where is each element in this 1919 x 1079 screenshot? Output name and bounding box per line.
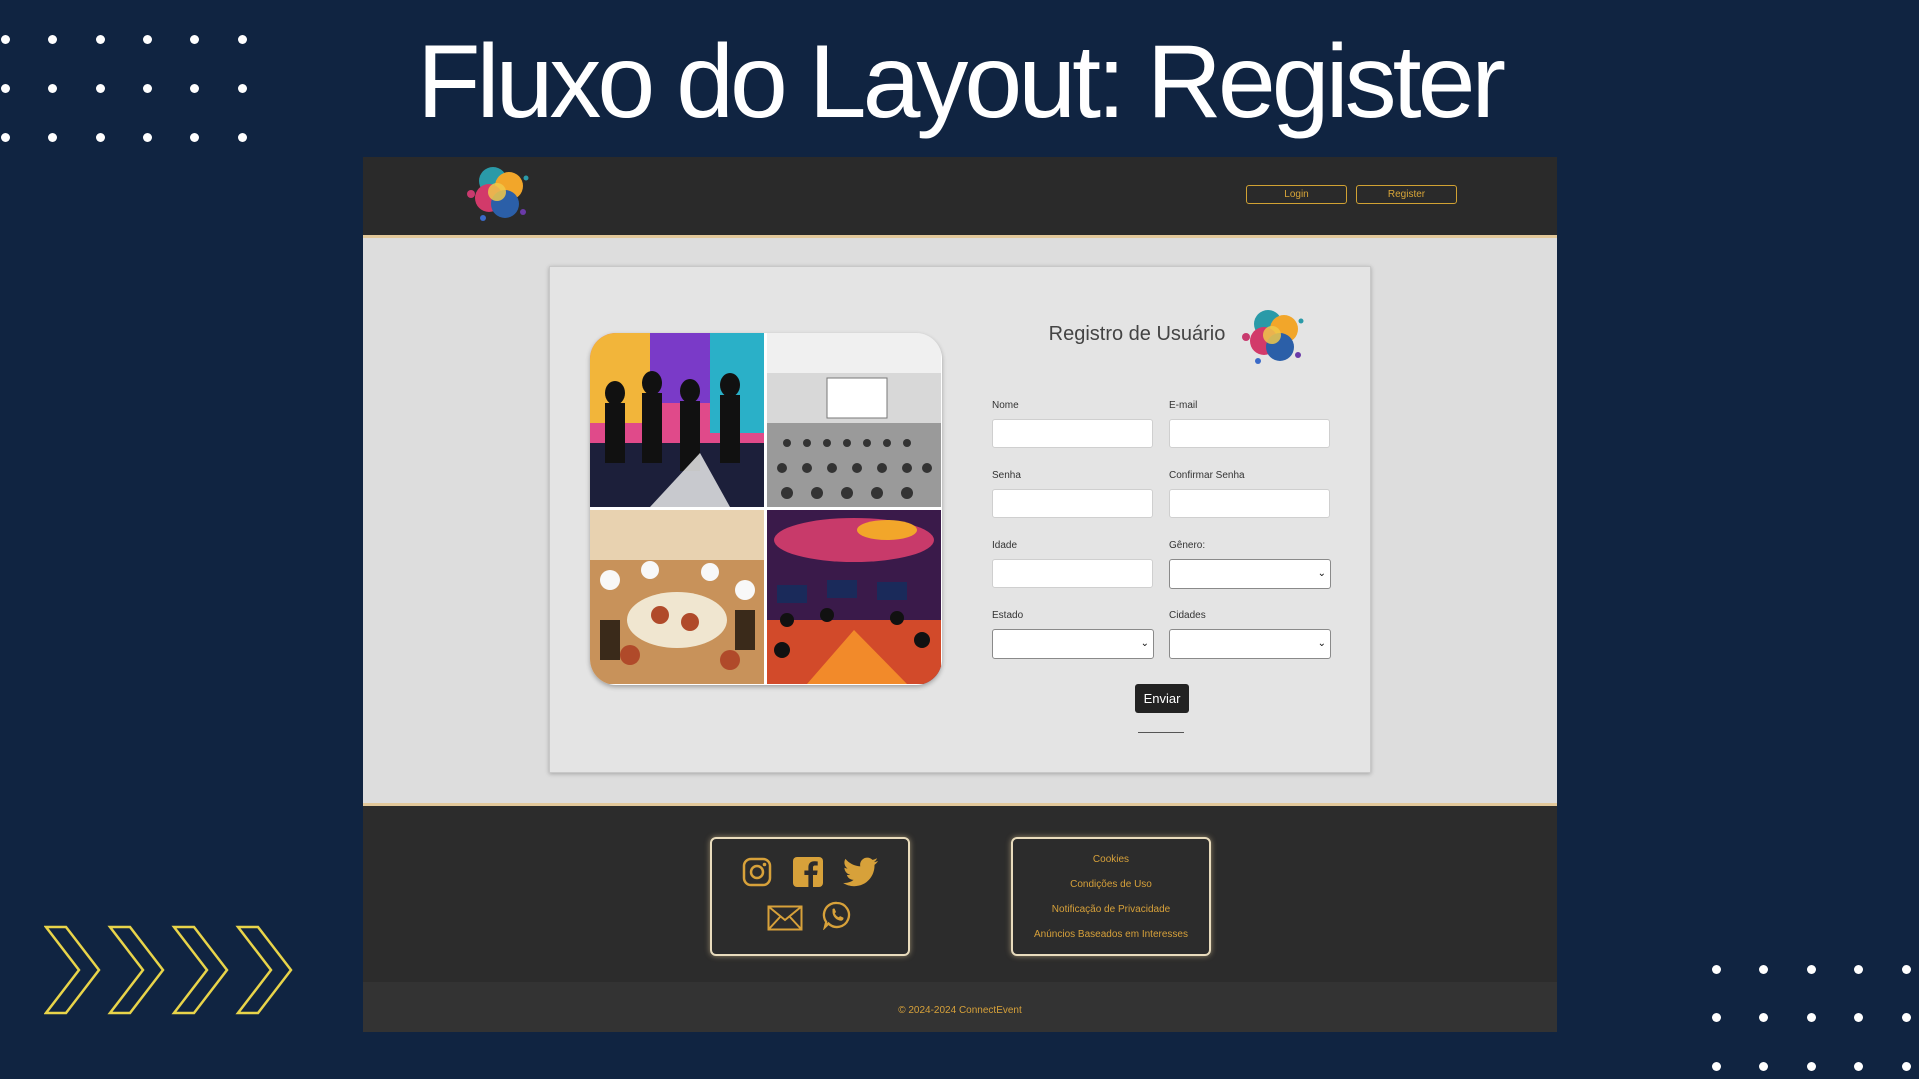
gaming-event-image (767, 510, 941, 684)
chevron-down-icon: ⌄ (1140, 638, 1149, 649)
dance-party-image (590, 333, 764, 507)
genero-label: Gênero: (1169, 540, 1206, 551)
event-collage-image (590, 333, 942, 685)
estado-label: Estado (992, 610, 1024, 621)
nome-field[interactable] (992, 419, 1153, 448)
legal-links-box: Cookies Condições de Uso Notificação de … (1011, 837, 1211, 956)
email-label: E-mail (1169, 400, 1198, 411)
terms-link[interactable]: Condições de Uso (1013, 879, 1209, 890)
food-gathering-image (590, 510, 764, 684)
privacy-link[interactable]: Notificação de Privacidade (1013, 904, 1209, 915)
register-card: Registro de Usuário Nome E-mail Senha Co… (549, 266, 1371, 773)
estado-select[interactable]: ⌄ (992, 629, 1154, 659)
login-button[interactable]: Login (1246, 185, 1347, 204)
nome-label: Nome (992, 400, 1019, 411)
facebook-icon[interactable] (792, 856, 824, 888)
social-links-box (710, 837, 910, 956)
site-footer: Cookies Condições de Uso Notificação de … (363, 803, 1557, 1032)
chevron-down-icon: ⌄ (1317, 638, 1326, 649)
chevrons-decoration (44, 925, 293, 1015)
cidades-select[interactable]: ⌄ (1169, 629, 1331, 659)
register-page-screenshot: Login Register Registro de Usuário Nome … (363, 157, 1557, 1032)
idade-field[interactable] (992, 559, 1153, 588)
idade-label: Idade (992, 540, 1018, 551)
email-field[interactable] (1169, 419, 1330, 448)
form-title: Registro de Usuário (1048, 323, 1226, 345)
whatsapp-icon[interactable] (822, 900, 852, 930)
form-logo (1242, 310, 1304, 364)
divider (1138, 732, 1184, 733)
cookies-link[interactable]: Cookies (1013, 854, 1209, 865)
chevron-down-icon: ⌄ (1317, 568, 1326, 579)
site-header: Login Register (363, 157, 1557, 238)
twitter-icon[interactable] (843, 857, 879, 887)
slide-title: Fluxo do Layout: Register (416, 24, 1506, 140)
confirmar-senha-label: Confirmar Senha (1169, 470, 1245, 481)
confirmar-senha-field[interactable] (1169, 489, 1330, 518)
conference-hall-image (767, 333, 941, 507)
email-icon[interactable] (767, 905, 803, 931)
senha-label: Senha (992, 470, 1021, 481)
dot-grid-bottom-right (1712, 965, 1919, 1079)
genero-select[interactable]: ⌄ (1169, 559, 1331, 589)
ads-link[interactable]: Anúncios Baseados em Interesses (1013, 929, 1209, 940)
dot-grid-top-left (0, 35, 250, 145)
brand-logo[interactable] (463, 164, 537, 228)
submit-button[interactable]: Enviar (1135, 684, 1189, 713)
copyright-bar: © 2024-2024 ConnectEvent (363, 982, 1557, 1032)
instagram-icon[interactable] (742, 857, 772, 887)
cidades-label: Cidades (1169, 610, 1206, 621)
register-button[interactable]: Register (1356, 185, 1457, 204)
senha-field[interactable] (992, 489, 1153, 518)
copyright-text: © 2024-2024 ConnectEvent (898, 1005, 1022, 1016)
